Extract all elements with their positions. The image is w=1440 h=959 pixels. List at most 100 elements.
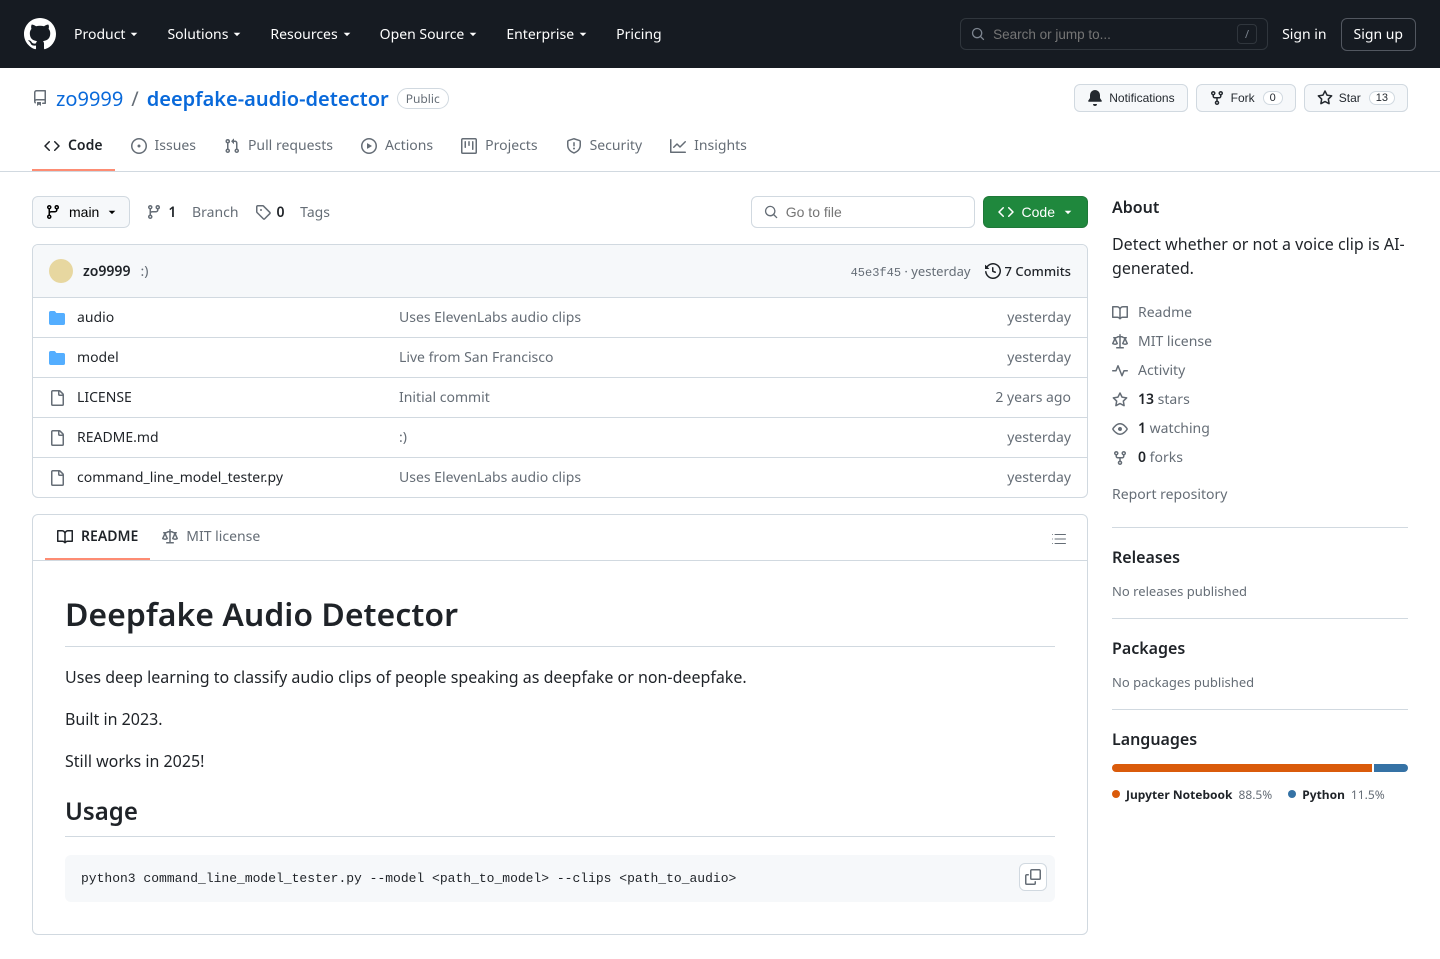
list-icon xyxy=(1051,531,1067,547)
file-name-link[interactable]: model xyxy=(77,348,119,367)
repo-description: Detect whether or not a voice clip is AI… xyxy=(1112,232,1408,280)
nav-pricing[interactable]: Pricing xyxy=(606,17,671,52)
license-link[interactable]: MIT license xyxy=(1112,327,1408,356)
repo-tabs: Code Issues Pull requests Actions Projec… xyxy=(32,128,1408,171)
commit-message[interactable]: :) xyxy=(140,262,148,281)
file-row: README.md:) yesterday xyxy=(33,418,1087,458)
forks-link[interactable]: 0 forks xyxy=(1112,443,1408,472)
file-time: yesterday xyxy=(1007,428,1071,447)
search-input[interactable]: / xyxy=(960,18,1268,50)
folder-icon xyxy=(49,310,65,326)
readme-title: Deepfake Audio Detector xyxy=(65,593,1055,647)
visibility-badge: Public xyxy=(397,88,449,109)
tab-issues[interactable]: Issues xyxy=(119,128,208,171)
commits-link[interactable]: 7 Commits xyxy=(985,262,1071,280)
file-name-link[interactable]: command_line_model_tester.py xyxy=(77,468,283,487)
signin-link[interactable]: Sign in xyxy=(1282,25,1326,44)
branch-select[interactable]: main xyxy=(32,196,130,228)
file-icon xyxy=(49,470,65,486)
watching-link[interactable]: 1 watching xyxy=(1112,414,1408,443)
file-commit-msg[interactable]: Uses ElevenLabs audio clips xyxy=(399,468,581,487)
commit-sha[interactable]: 45e3f45 xyxy=(851,266,901,280)
commit-time: yesterday xyxy=(911,262,970,280)
fork-icon xyxy=(1209,90,1225,106)
law-icon xyxy=(162,529,178,545)
tab-code[interactable]: Code xyxy=(32,128,115,171)
signup-button[interactable]: Sign up xyxy=(1341,18,1416,51)
file-name-link[interactable]: README.md xyxy=(77,428,159,447)
nav-opensource[interactable]: Open Source xyxy=(370,17,489,52)
search-kbd: / xyxy=(1237,24,1257,44)
file-name-link[interactable]: LICENSE xyxy=(77,388,132,407)
readme-p1: Uses deep learning to classify audio cli… xyxy=(65,665,1055,689)
tab-projects[interactable]: Projects xyxy=(449,128,549,171)
repo-icon xyxy=(32,90,48,106)
tab-actions[interactable]: Actions xyxy=(349,128,445,171)
repo-owner-link[interactable]: zo9999 xyxy=(56,85,123,112)
code-block: python3 command_line_model_tester.py --m… xyxy=(65,855,1055,902)
readme-p2: Built in 2023. xyxy=(65,707,1055,731)
file-time: yesterday xyxy=(1007,348,1071,367)
repo-name-link[interactable]: deepfake-audio-detector xyxy=(147,85,389,112)
law-icon xyxy=(1112,334,1128,350)
file-time: yesterday xyxy=(1007,468,1071,487)
file-icon xyxy=(49,430,65,446)
star-button[interactable]: Star13 xyxy=(1304,84,1408,112)
goto-file-input[interactable] xyxy=(751,196,975,228)
global-header: Product Solutions Resources Open Source … xyxy=(0,0,1440,68)
file-commit-msg[interactable]: Live from San Francisco xyxy=(399,348,553,367)
readme-link[interactable]: Readme xyxy=(1112,298,1408,327)
releases-note: No releases published xyxy=(1112,582,1408,600)
notifications-button[interactable]: Notifications xyxy=(1074,84,1187,112)
latest-commit-row[interactable]: zo9999 :) 45e3f45 · yesterday 7 Commits xyxy=(33,245,1087,298)
file-row: audioUses ElevenLabs audio clipsyesterda… xyxy=(33,298,1087,338)
fork-icon xyxy=(1112,450,1128,466)
stars-link[interactable]: 13 stars xyxy=(1112,385,1408,414)
nav-resources[interactable]: Resources xyxy=(260,17,361,52)
chevron-down-icon xyxy=(1063,207,1073,217)
chevron-down-icon xyxy=(107,207,117,217)
book-icon xyxy=(1112,305,1128,321)
file-commit-msg[interactable]: :) xyxy=(399,428,407,447)
nav-solutions[interactable]: Solutions xyxy=(157,17,252,52)
star-icon xyxy=(1317,90,1333,106)
file-row: model Live from San Francisco yesterday xyxy=(33,338,1087,378)
nav-enterprise[interactable]: Enterprise xyxy=(496,17,598,52)
packages-note: No packages published xyxy=(1112,673,1408,691)
languages-heading: Languages xyxy=(1112,728,1408,750)
commit-author[interactable]: zo9999 xyxy=(83,262,130,281)
releases-heading[interactable]: Releases xyxy=(1112,546,1408,568)
report-link[interactable]: Report repository xyxy=(1112,480,1408,509)
copy-button[interactable] xyxy=(1019,863,1047,891)
license-tab[interactable]: MIT license xyxy=(150,515,272,560)
readme-h2-usage: Usage xyxy=(65,795,1055,837)
book-icon xyxy=(57,529,73,545)
file-commit-msg[interactable]: Initial commit xyxy=(399,388,490,407)
file-name-link[interactable]: audio xyxy=(77,308,114,327)
lang-segment[interactable] xyxy=(1112,764,1372,772)
lang-segment[interactable] xyxy=(1374,764,1408,772)
file-time: 2 years ago xyxy=(995,388,1071,407)
logo[interactable] xyxy=(24,18,56,50)
file-icon xyxy=(49,390,65,406)
tab-security[interactable]: Security xyxy=(554,128,655,171)
activity-link[interactable]: Activity xyxy=(1112,356,1408,385)
file-commit-msg[interactable]: Uses ElevenLabs audio clips xyxy=(399,308,581,327)
fork-button[interactable]: Fork0 xyxy=(1196,84,1296,112)
code-icon xyxy=(998,204,1014,220)
history-icon xyxy=(985,263,1001,279)
file-row: LICENSE Initial commit 2 years ago xyxy=(33,378,1087,418)
readme-tab[interactable]: README xyxy=(45,515,150,560)
tab-insights[interactable]: Insights xyxy=(658,128,759,171)
nav-product[interactable]: Product xyxy=(64,17,149,52)
packages-heading[interactable]: Packages xyxy=(1112,637,1408,659)
lang-item[interactable]: Jupyter Notebook 88.5% xyxy=(1112,786,1272,803)
search-icon xyxy=(764,204,778,220)
tab-pull-requests[interactable]: Pull requests xyxy=(212,128,345,171)
tags-link[interactable]: 0 Tags xyxy=(255,203,331,222)
outline-button[interactable] xyxy=(1043,520,1075,555)
branches-link[interactable]: 1 Branch xyxy=(146,203,238,222)
lang-item[interactable]: Python 11.5% xyxy=(1288,786,1384,803)
folder-icon xyxy=(49,350,65,366)
code-button[interactable]: Code xyxy=(983,196,1088,228)
